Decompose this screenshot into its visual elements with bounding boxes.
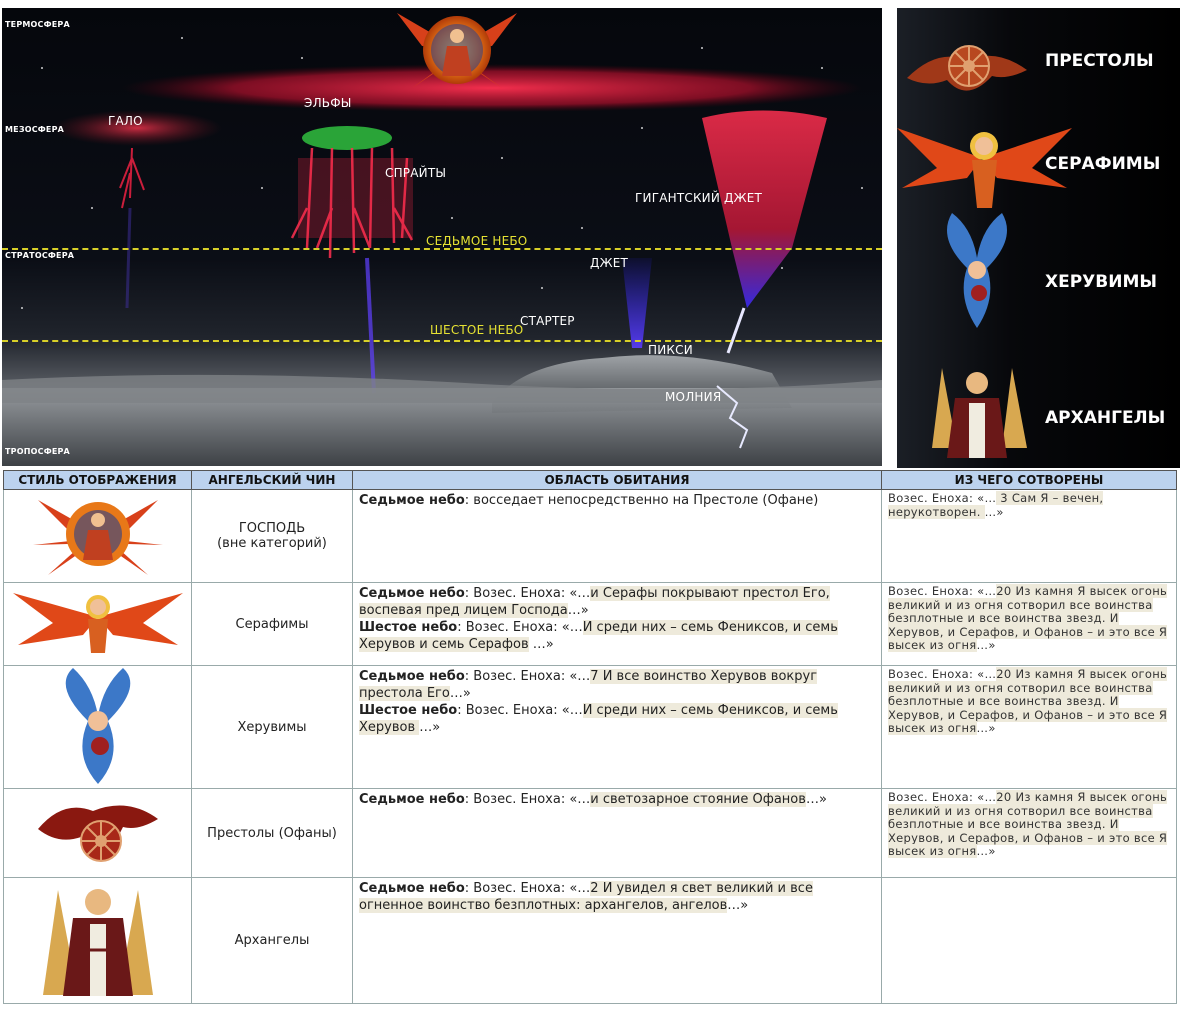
rank-name-sub: (вне категорий) [217, 536, 327, 551]
label-seventh-heaven: СЕДЬМОЕ НЕБО [426, 234, 528, 248]
archangel-icon [932, 368, 1027, 458]
rank-label-cherubim: ХЕРУВИМЫ [1045, 272, 1158, 292]
archangel-icon [42, 888, 153, 996]
label-pixie: ПИКСИ [648, 343, 693, 357]
header-habitat: ОБЛАСТЬ ОБИТАНИЯ [352, 470, 882, 490]
table-row: ГОСПОДЬ (вне категорий) Седьмое небо: во… [3, 489, 1177, 583]
habitat-text: : Возес. Еноха: «… [457, 703, 583, 718]
source-prefix: Возес. Еноха: «… [888, 491, 997, 505]
source-suffix: …» [976, 721, 996, 735]
habitat-end: …» [567, 603, 589, 618]
rank-name: Херувимы [237, 719, 307, 735]
label-starter: СТАРТЕР [520, 314, 575, 328]
rank-name-cell: Серафимы [191, 582, 353, 666]
source-suffix: …» [976, 844, 996, 858]
layer-label-stratosphere: СТРАТОСФЕРА [5, 251, 75, 260]
heaven-label: Седьмое небо [359, 493, 465, 508]
habitat-text: : Возес. Еноха: «… [464, 792, 591, 807]
layer-label-mesosphere: МЕЗОСФЕРА [5, 125, 65, 134]
habitat-text: : Возес. Еноха: «… [464, 586, 591, 601]
heaven-label: Седьмое небо [359, 881, 465, 896]
atmosphere-diagram: ТЕРМОСФЕРА МЕЗОСФЕРА СТРАТОСФЕРА ТРОПОСФ… [2, 8, 882, 466]
table-header-row: СТИЛЬ ОТОБРАЖЕНИЯ АНГЕЛЬСКИЙ ЧИН ОБЛАСТЬ… [3, 470, 1177, 490]
style-cell [3, 665, 192, 789]
heaven-label: Седьмое небо [359, 669, 465, 684]
style-cell [3, 788, 192, 878]
habitat-text: : восседает непосредственно на Престоле … [464, 493, 819, 508]
rank-name-cell: Престолы (Офаны) [191, 788, 353, 878]
habitat-text: : Возес. Еноха: «… [464, 881, 591, 896]
header-angelic-rank: АНГЕЛЬСКИЙ ЧИН [191, 470, 353, 490]
angelic-ranks-table: СТИЛЬ ОТОБРАЖЕНИЯ АНГЕЛЬСКИЙ ЧИН ОБЛАСТЬ… [3, 470, 1177, 1004]
source-suffix: …» [984, 504, 1004, 519]
habitat-text: : Возес. Еноха: «… [457, 620, 583, 635]
table-row: Херувимы Седьмое небо: Возес. Еноха: «…7… [3, 665, 1177, 789]
label-lightning: МОЛНИЯ [665, 390, 722, 404]
habitat-text: : Возес. Еноха: «… [464, 669, 591, 684]
source-cell: Возес. Еноха: «…20 Из камня Я высек огон… [881, 788, 1177, 878]
habitat-quote: и светозарное стояние Офанов [590, 792, 806, 807]
source-prefix: Возес. Еноха: «… [888, 584, 997, 598]
heaven-label: Шестое небо [359, 620, 458, 635]
sixth-heaven-line [2, 340, 882, 342]
rank-name: Серафимы [235, 616, 309, 632]
seraph-icon [12, 593, 183, 653]
rank-label-archangels: АРХАНГЕЛЫ [1045, 408, 1166, 428]
layer-label-troposphere: ТРОПОСФЕРА [5, 447, 70, 456]
habitat-cell: Седьмое небо: восседает непосредственно … [352, 489, 882, 583]
rank-label-seraphim: СЕРАФИМЫ [1045, 154, 1161, 174]
christ-icon [32, 500, 163, 575]
rank-name: ГОСПОДЬ [238, 521, 306, 536]
rank-name: Престолы (Офаны) [207, 825, 337, 841]
throne-wheel-icon [37, 805, 158, 862]
cherub-icon [947, 213, 1007, 328]
habitat-end: …» [528, 637, 554, 652]
habitat-cell: Седьмое небо: Возес. Еноха: «…2 И увидел… [352, 877, 882, 1004]
style-cell [3, 582, 192, 666]
heaven-label: Седьмое небо [359, 792, 465, 807]
habitat-cell: Седьмое небо: Возес. Еноха: «…и светозар… [352, 788, 882, 878]
heaven-label: Шестое небо [359, 703, 458, 718]
throne-wheel-icon [907, 45, 1027, 91]
rank-label-thrones: ПРЕСТОЛЫ [1045, 51, 1154, 71]
rank-name-cell: Архангелы [191, 877, 353, 1004]
rank-name: Архангелы [234, 933, 310, 948]
source-cell: Возес. Еноха: «…20 Из камня Я высек огон… [881, 665, 1177, 789]
rank-name-cell: ГОСПОДЬ (вне категорий) [191, 489, 353, 583]
label-halo: ГАЛО [108, 114, 143, 128]
style-cell [3, 489, 192, 583]
label-jet: ДЖЕТ [590, 256, 629, 270]
source-cell: Возес. Еноха: «… 3 Сам Я – вечен, неруко… [881, 489, 1177, 583]
label-gigantic-jet: ГИГАНТСКИЙ ДЖЕТ [635, 191, 763, 205]
habitat-end: …» [805, 792, 827, 807]
rank-name-cell: Херувимы [191, 665, 353, 789]
heaven-label: Седьмое небо [359, 586, 465, 601]
label-elves: ЭЛЬФЫ [304, 96, 352, 110]
angelic-ranks-panel: ПРЕСТОЛЫ СЕРАФИМЫ ХЕРУВИМЫ АРХАНГЕЛЫ [897, 8, 1180, 468]
ranks-art [897, 45, 1072, 458]
table-row: Архангелы Седьмое небо: Возес. Еноха: «…… [3, 877, 1177, 1004]
layer-label-thermosphere: ТЕРМОСФЕРА [5, 20, 70, 29]
seventh-heaven-line [2, 248, 882, 250]
habitat-end: …» [449, 686, 471, 701]
source-prefix: Возес. Еноха: «… [888, 790, 997, 804]
label-sixth-heaven: ШЕСТОЕ НЕБО [430, 323, 524, 337]
table-row: Серафимы Седьмое небо: Возес. Еноха: «…и… [3, 582, 1177, 666]
source-suffix: …» [976, 638, 996, 652]
habitat-end: …» [419, 720, 441, 735]
header-created-from: ИЗ ЧЕГО СОТВОРЕНЫ [881, 470, 1177, 490]
habitat-cell: Седьмое небо: Возес. Еноха: «…7 И все во… [352, 665, 882, 789]
source-cell: Возес. Еноха: «…20 Из камня Я высек огон… [881, 582, 1177, 666]
header-display-style: СТИЛЬ ОТОБРАЖЕНИЯ [3, 470, 192, 490]
table-row: Престолы (Офаны) Седьмое небо: Возес. Ен… [3, 788, 1177, 878]
label-sprites: СПРАЙТЫ [385, 166, 447, 180]
habitat-end: …» [727, 898, 749, 913]
habitat-cell: Седьмое небо: Возес. Еноха: «…и Серафы п… [352, 582, 882, 666]
cherub-icon [65, 668, 130, 784]
source-cell [881, 877, 1177, 1004]
source-prefix: Возес. Еноха: «… [888, 667, 997, 681]
style-cell [3, 877, 192, 1004]
